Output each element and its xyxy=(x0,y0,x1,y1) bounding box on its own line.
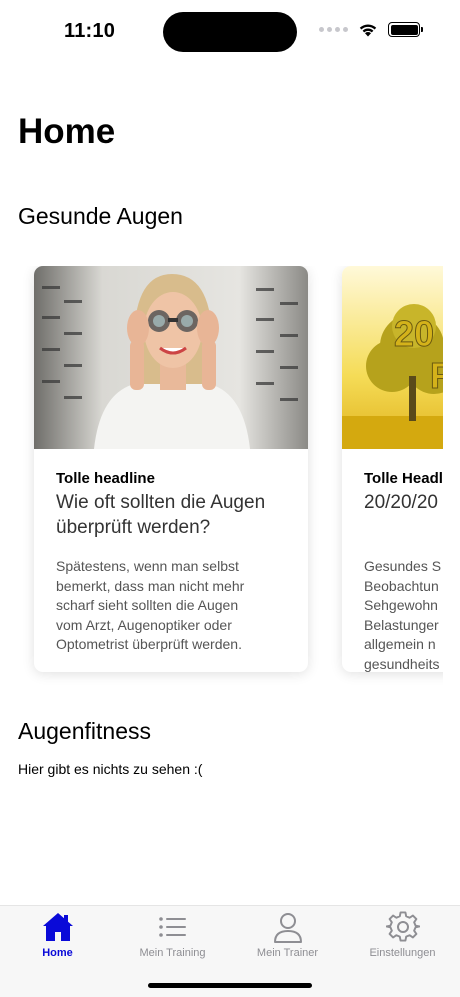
status-bar: 11:10 xyxy=(0,0,460,62)
section-title-gesunde-augen: Gesunde Augen xyxy=(18,203,183,229)
card-description: Gesundes S Beobachtun Sehgewohn Belastun… xyxy=(364,557,443,672)
home-indicator xyxy=(148,983,312,988)
article-card[interactable]: Tolle headline Wie oft sollten die Augen… xyxy=(34,266,308,672)
person-icon xyxy=(273,913,302,943)
card-subtitle: Wie oft sollten die Augen überprüft werd… xyxy=(56,490,286,540)
tab-label: Mein Trainer xyxy=(256,947,319,959)
card-subtitle: 20/20/20 xyxy=(364,490,443,540)
tab-home[interactable]: Home xyxy=(0,906,115,976)
wifi-icon xyxy=(359,24,377,37)
section-title-augenfitness: Augenfitness xyxy=(18,718,151,744)
card-subtitle-line: überprüft werden? xyxy=(56,517,211,538)
card-subtitle-line: Wie oft sollten die Augen xyxy=(56,492,266,513)
tab-label: Home xyxy=(42,947,73,959)
card-headline: Tolle Headl xyxy=(364,470,443,487)
tab-mein-training[interactable]: Mein Training xyxy=(115,906,230,976)
battery-icon xyxy=(388,22,423,37)
card-text-line: Gesundes S xyxy=(364,558,442,574)
card-text-line: scharf sieht sollten die Augen xyxy=(56,597,239,613)
tab-einstellungen[interactable]: Einstellungen xyxy=(345,906,460,976)
card-text-line: Belastunger xyxy=(364,616,439,633)
tab-label: Einstellungen xyxy=(369,947,436,959)
empty-state-text: Hier gibt es nichts zu sehen :( xyxy=(18,761,203,777)
card-text-line: Spätestens, wenn man selbst xyxy=(56,558,239,574)
tab-mein-trainer[interactable]: Mein Trainer xyxy=(230,906,345,976)
article-carousel[interactable]: Tolle headline Wie oft sollten die Augen… xyxy=(0,266,443,686)
status-icons xyxy=(319,22,423,37)
gear-icon xyxy=(385,911,420,942)
card-description: Spätestens, wenn man selbst bemerkt, das… xyxy=(56,557,286,655)
article-image-20-20-20: 20 R xyxy=(342,266,443,449)
article-image-eye-test xyxy=(34,266,308,449)
image-text: R xyxy=(430,355,443,396)
tab-label: Mein Training xyxy=(139,947,206,959)
status-time: 11:10 xyxy=(64,20,116,42)
card-headline: Tolle headline xyxy=(56,470,155,487)
card-subtitle-line: 20/20/20 xyxy=(364,492,438,513)
card-text-line: bemerkt, dass man nicht mehr xyxy=(56,577,245,594)
card-text-line: allgemein n xyxy=(364,636,436,652)
article-card[interactable]: 20 R Tolle Headl 20/20/20 Gesundes S Beo… xyxy=(342,266,443,672)
card-text-line: Sehgewohn xyxy=(364,597,438,613)
dynamic-island xyxy=(163,12,297,52)
list-icon xyxy=(158,917,186,937)
card-text-line: gesundheits xyxy=(364,655,440,672)
card-text-line: Optometrist überprüft werden. xyxy=(56,636,242,652)
house-icon xyxy=(42,913,73,941)
card-text-line: vom Arzt, Augenoptiker oder xyxy=(56,616,232,633)
image-text: 20 xyxy=(394,313,434,354)
card-text-line: Beobachtun xyxy=(364,577,439,594)
page-title: Home xyxy=(18,112,116,151)
cellular-signal-icon xyxy=(319,27,348,32)
